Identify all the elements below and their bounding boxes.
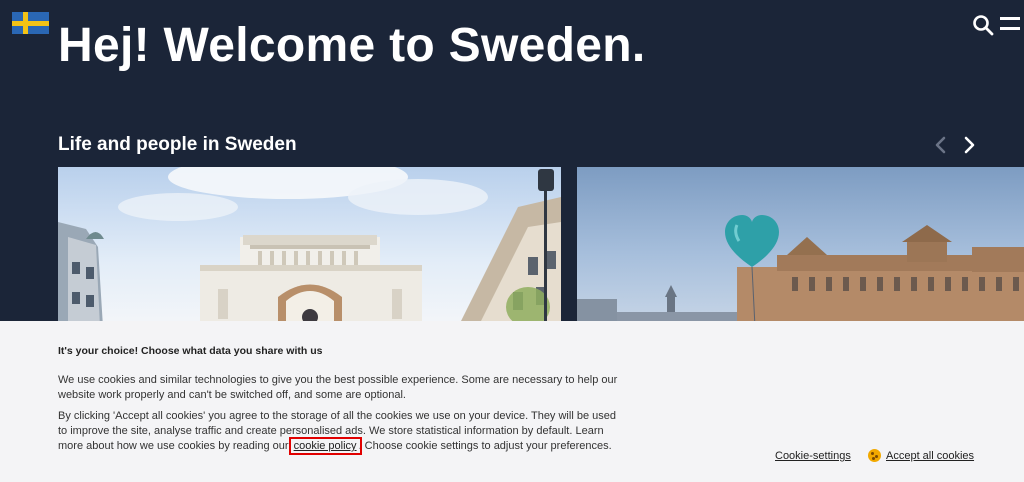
cookie-consent-text: By clicking 'Accept all cookies' you agr… [58, 409, 618, 455]
parliament-building-with-heart-balloon-photo [577, 215, 1024, 327]
page-title: Hej! Welcome to Sweden. [58, 19, 646, 72]
article-card-synagogue[interactable] [58, 167, 561, 327]
accept-all-cookies-label[interactable]: Accept all cookies [886, 450, 974, 462]
chevron-right-icon[interactable] [962, 136, 976, 154]
search-icon[interactable] [972, 14, 994, 36]
menu-icon[interactable] [1000, 14, 1020, 34]
cookie-icon [868, 449, 881, 462]
cookie-settings-button[interactable]: Cookie-settings [775, 450, 851, 462]
chevron-left-icon[interactable] [934, 136, 948, 154]
cookie-description: We use cookies and similar technologies … [58, 374, 618, 401]
accept-all-cookies-button[interactable]: Accept all cookies [868, 449, 974, 462]
article-card-parliament[interactable] [577, 167, 1024, 327]
cookie-consent-text-end: . Choose cookie settings to adjust your … [358, 440, 612, 452]
sweden-flag-icon[interactable] [12, 12, 49, 34]
cookie-heading: It's your choice! Choose what data you s… [58, 345, 323, 357]
cookie-banner: It's your choice! Choose what data you s… [0, 321, 1024, 482]
cookie-policy-link[interactable]: cookie policy [288, 437, 362, 455]
section-title: Life and people in Sweden [58, 134, 297, 155]
white-synagogue-building-photo [58, 167, 561, 327]
